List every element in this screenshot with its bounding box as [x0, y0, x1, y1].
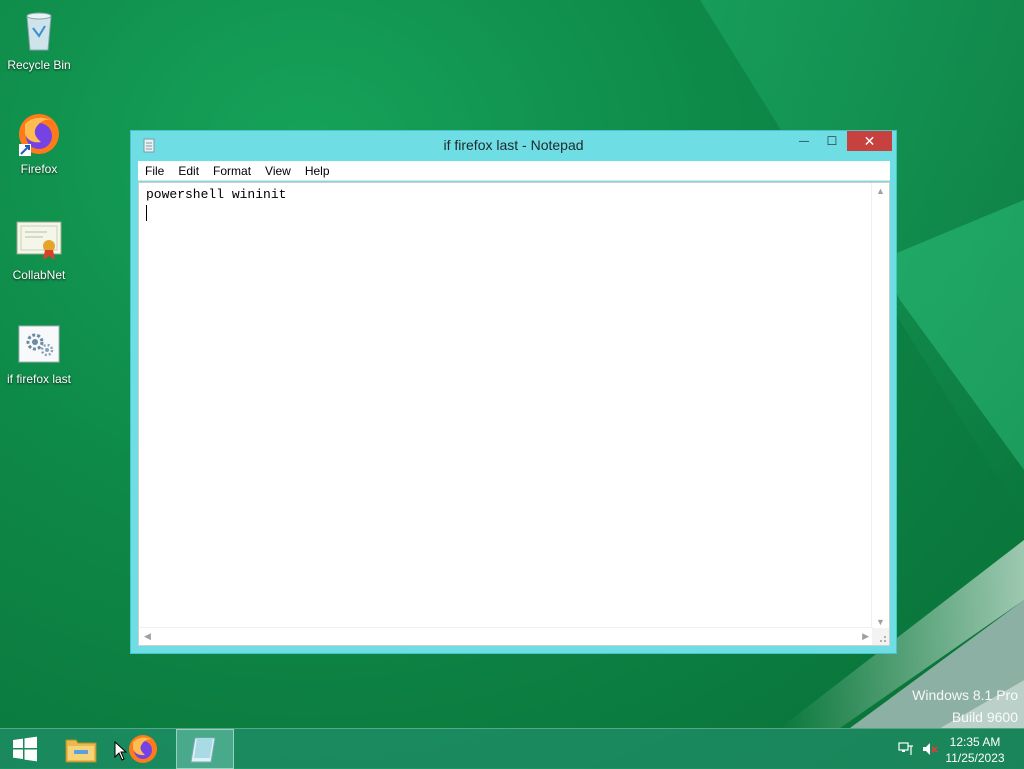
menu-view[interactable]: View: [258, 161, 298, 179]
desktop-icon-label: Firefox: [20, 162, 58, 176]
editor-content[interactable]: powershell wininit: [146, 187, 286, 203]
watermark-edition: Windows 8.1 Pro: [912, 687, 1018, 703]
menu-help[interactable]: Help: [298, 161, 337, 179]
window-title: if firefox last - Notepad: [443, 137, 584, 153]
menu-file[interactable]: File: [138, 161, 171, 179]
maximize-icon: ☐: [826, 134, 838, 148]
desktop-icon-firefox[interactable]: Firefox: [0, 110, 78, 176]
clock-date: 11/25/2023: [945, 751, 1005, 765]
title-bar[interactable]: if firefox last - Notepad — ☐ ✕: [131, 131, 896, 161]
network-icon[interactable]: [898, 741, 914, 757]
firefox-icon: [15, 110, 63, 158]
minimize-icon: —: [799, 135, 809, 147]
recycle-bin-icon: [15, 6, 63, 54]
resize-grip-icon[interactable]: [872, 628, 889, 645]
volume-muted-icon[interactable]: [922, 741, 938, 757]
maximize-button[interactable]: ☐: [819, 131, 845, 151]
settings-file-icon: [15, 320, 63, 368]
firefox-icon: [129, 735, 157, 763]
scroll-left-icon[interactable]: ◀: [144, 631, 151, 642]
desktop-icon-label: Recycle Bin: [7, 58, 71, 72]
menu-edit[interactable]: Edit: [171, 161, 206, 179]
taskbar-file-explorer[interactable]: [58, 729, 104, 769]
clock-time: 12:35 AM: [949, 735, 1001, 749]
scroll-up-icon[interactable]: ▲: [876, 186, 885, 196]
taskbar: 12:35 AM 11/25/2023: [0, 728, 1024, 769]
notepad-window[interactable]: if firefox last - Notepad — ☐ ✕ File Edit…: [130, 130, 897, 654]
desktop-icon-if-firefox-last[interactable]: if firefox last: [0, 320, 78, 386]
desktop-icon-label: if firefox last: [6, 372, 72, 386]
desktop-icon-collabnet[interactable]: CollabNet: [0, 216, 78, 282]
taskbar-notepad[interactable]: [176, 729, 234, 769]
start-button[interactable]: [0, 729, 50, 769]
watermark-build: Build 9600: [951, 709, 1018, 725]
certificate-icon: [15, 216, 63, 264]
close-icon: ✕: [863, 132, 876, 149]
horizontal-scrollbar[interactable]: ◀ ▶: [139, 627, 873, 645]
text-caret: [146, 205, 147, 221]
menu-bar: File Edit Format View Help: [138, 161, 890, 181]
scroll-right-icon[interactable]: ▶: [862, 631, 869, 642]
close-button[interactable]: ✕: [847, 131, 892, 151]
minimize-button[interactable]: —: [791, 131, 817, 151]
windows-logo-icon: [13, 736, 37, 762]
desktop-icon-recycle-bin[interactable]: Recycle Bin: [0, 6, 78, 72]
text-editor[interactable]: powershell wininit ▲ ▼ ◀ ▶: [138, 182, 890, 646]
windows-watermark: Windows 8.1 Pro Build 9600: [912, 684, 1018, 728]
scroll-down-icon[interactable]: ▼: [876, 617, 885, 627]
desktop-icon-label: CollabNet: [12, 268, 66, 282]
menu-format[interactable]: Format: [206, 161, 258, 179]
system-clock[interactable]: 12:35 AM 11/25/2023: [940, 734, 1010, 766]
folder-icon: [65, 739, 97, 763]
notepad-icon: [190, 737, 216, 763]
mouse-cursor-icon: [114, 741, 128, 761]
vertical-scrollbar[interactable]: ▲ ▼: [871, 183, 889, 629]
